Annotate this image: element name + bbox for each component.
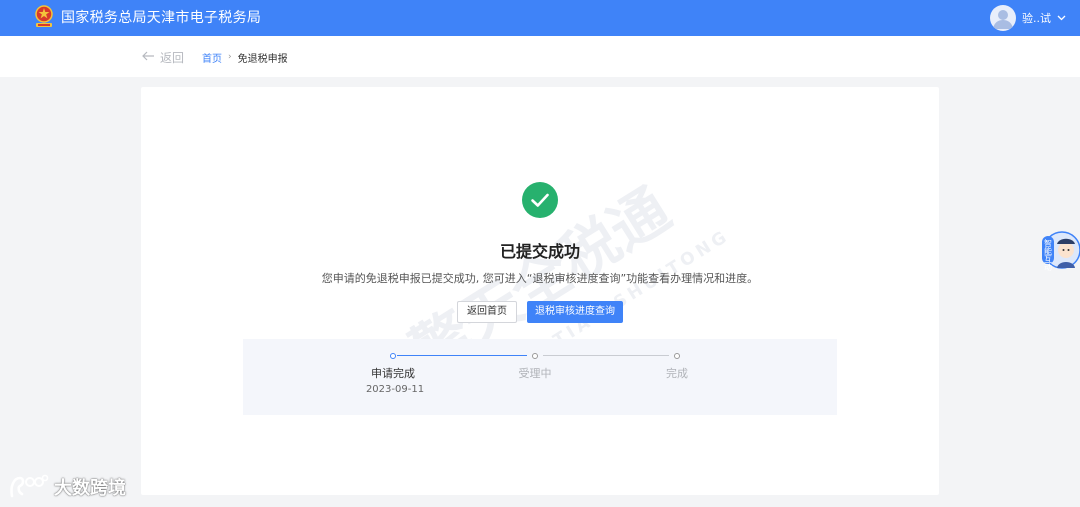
breadcrumb-current: 免退税申报 [237,53,288,65]
result-card: 擎天全税通 QINGTIAN SHUITONG 已提交成功 您申请的免退税申报已… [141,87,939,495]
brand-logo-icon [10,474,49,498]
user-name: 验..试 [1022,12,1051,25]
step-label-processing: 受理中 [518,367,552,380]
floating-assistant-button[interactable]: 智能互动 [1040,228,1080,272]
site-title: 国家税务总局天津市电子税务局 [61,10,262,26]
step-dot-applied [390,353,396,359]
step-label-complete: 完成 [666,367,688,380]
step-dot-processing [532,353,538,359]
national-emblem-icon [35,5,53,27]
breadcrumb-separator: › [228,52,232,62]
corner-brand: 大数跨境 [8,470,126,504]
progress-line-1 [397,355,527,356]
step-date-applied: 2023-09-11 [365,384,425,395]
back-button[interactable]: 返回 [141,48,184,66]
user-icon [993,10,1013,29]
corner-brand-text: 大数跨境 [54,478,126,499]
user-menu[interactable]: 验..试 [990,5,1066,31]
return-home-button[interactable]: 返回首页 [457,301,517,323]
progress-line-2 [543,355,669,356]
result-title: 已提交成功 [499,242,580,261]
step-label-applied: 申请完成 [371,367,415,380]
breadcrumb-bar: 返回 首页 › 免退税申报 [0,36,1080,77]
back-label: 返回 [160,50,185,65]
breadcrumb-home-link[interactable]: 首页 [202,50,222,65]
assistant-avatar-icon: 智能互动 [1042,231,1080,272]
success-check-icon [522,182,558,218]
arrow-left-icon [141,50,155,64]
breadcrumb: 首页 › 免退税申报 [202,50,288,65]
chevron-down-icon [1057,13,1066,24]
result-description: 您申请的免退税申报已提交成功, 您可进入“退税审核进度查询”功能查看办理情况和进… [321,272,759,285]
avatar [990,5,1016,31]
top-header: 国家税务总局天津市电子税务局 验..试 [0,0,1080,36]
refund-progress-query-button[interactable]: 退税审核进度查询 [527,301,623,323]
assistant-label: 智能互动 [1044,238,1053,272]
step-dot-complete [674,353,680,359]
progress-panel: 申请完成 受理中 完成 2023-09-11 [243,339,837,415]
